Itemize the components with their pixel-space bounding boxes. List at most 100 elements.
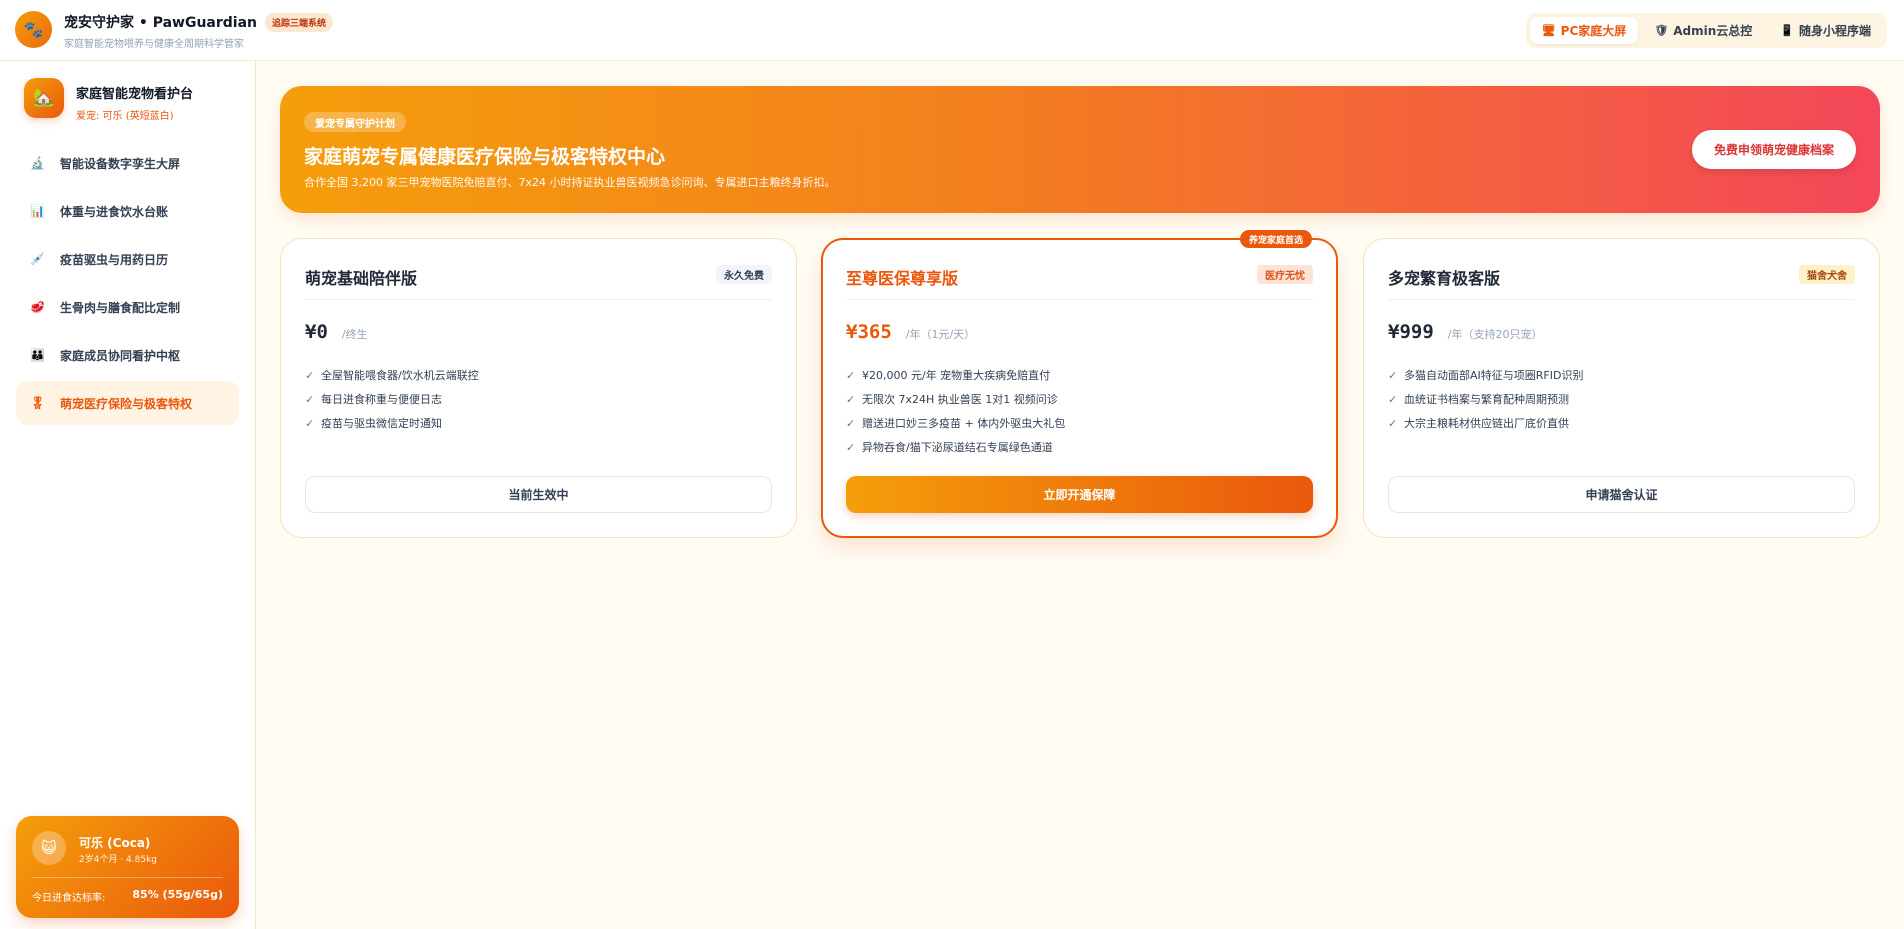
intake-label: 今日进食达标率: xyxy=(32,893,106,904)
plan-badge: 医疗无忧 xyxy=(1257,265,1313,284)
tab-label: PC家庭大屏 xyxy=(1560,24,1627,38)
tab-mini-program[interactable]: 📱 随身小程序端 xyxy=(1768,17,1883,44)
check-icon: ✓ xyxy=(846,416,856,430)
tab-pc-dashboard[interactable]: 🖥 PC家庭大屏 xyxy=(1529,17,1639,44)
feature-text: 异物吞食/猫下泌尿道结石专属绿色通道 xyxy=(862,441,1053,454)
price-value: ¥365 xyxy=(846,321,892,343)
monitor-icon: 🖥 xyxy=(1541,24,1556,37)
feature-list: ✓ 多猫自动面部AI特征与项圈RFID识别 ✓ 血统证书档案与繁育配种周期预测 ✓ 大… xyxy=(1388,363,1583,435)
feature-text: 大宗主粮耗材供应链出厂底价直供 xyxy=(1404,417,1569,430)
price-unit: /终生 xyxy=(341,328,368,341)
pet-status-card[interactable]: 😺 可乐 (Coca) 2岁4个月 · 4.85kg 今日进食达标率: 85% … xyxy=(16,816,239,918)
family-icon: 👪 xyxy=(30,348,45,362)
recommended-ribbon: 养宠家庭首选 xyxy=(1239,230,1312,248)
sidebar-item-insurance[interactable]: 🎖 萌宠医疗保险与极客特权 xyxy=(16,381,239,425)
sidebar-item-label: 生骨肉与膳食配比定制 xyxy=(60,300,181,315)
syringe-icon: 💉 xyxy=(30,252,45,266)
plan-name: 萌宠基础陪伴版 xyxy=(305,269,418,288)
sidebar-item-label: 体重与进食饮水台账 xyxy=(60,204,169,219)
sidebar-subtitle: 爱宠: 可乐 (英短蓝白) xyxy=(76,111,174,122)
plan-name: 多宠繁育极客版 xyxy=(1388,269,1501,288)
feature-list: ✓ 全屋智能喂食器/饮水机云端联控 ✓ 每日进食称重与便便日志 ✓ 疫苗与驱虫微信定时… xyxy=(305,363,479,435)
plan-price: ¥365 /年（1元/天） xyxy=(846,321,975,343)
sidebar-menu: 🔬 智能设备数字孪生大屏 📊 体重与进食饮水台账 💉 疫苗驱虫与用药日历 🥩 生… xyxy=(16,141,239,429)
list-item: ✓ 赠送进口妙三多疫苗 + 体内外驱虫大礼包 xyxy=(846,411,1065,435)
sidebar-item-vaccine-calendar[interactable]: 💉 疫苗驱虫与用药日历 xyxy=(16,237,239,281)
divider xyxy=(1388,299,1855,300)
check-icon: ✓ xyxy=(846,392,856,406)
plan-card-breeder: 多宠繁育极客版 猫舍犬舍 ¥999 /年（支持20只宠） ✓ 多猫自动面部AI特征… xyxy=(1363,238,1880,538)
activate-protection-button[interactable]: 立即开通保障 xyxy=(846,476,1313,513)
check-icon: ✓ xyxy=(1388,392,1398,406)
feature-list: ✓ ¥20,000 元/年 宠物重大疾病免赔直付 ✓ 无限次 7x24H 执业兽医 … xyxy=(846,363,1065,459)
tab-label: Admin云总控 xyxy=(1673,24,1753,38)
sidebar-item-diet-plan[interactable]: 🥩 生骨肉与膳食配比定制 xyxy=(16,285,239,329)
feature-text: 血统证书档案与繁育配种周期预测 xyxy=(1404,393,1569,406)
divider xyxy=(305,299,772,300)
shield-icon: 🛡 xyxy=(1654,24,1669,37)
list-item: ✓ 全屋智能喂食器/饮水机云端联控 xyxy=(305,363,479,387)
sidebar: 🏡 家庭智能宠物看护台 爱宠: 可乐 (英短蓝白) 🔬 智能设备数字孪生大屏 📊… xyxy=(0,61,256,929)
feature-text: 全屋智能喂食器/饮水机云端联控 xyxy=(321,369,479,382)
feature-text: ¥20,000 元/年 宠物重大疾病免赔直付 xyxy=(862,369,1051,382)
claim-health-record-button[interactable]: 免费申领萌宠健康档案 xyxy=(1691,130,1856,169)
check-icon: ✓ xyxy=(305,392,315,406)
pet-name: 可乐 (Coca) xyxy=(79,836,151,850)
price-unit: /年（1元/天） xyxy=(905,328,976,341)
brand-title-row: 宠安守护家 • PawGuardian 追踪三端系统 xyxy=(64,12,334,32)
list-item: ✓ 异物吞食/猫下泌尿道结石专属绿色通道 xyxy=(846,435,1065,459)
feature-text: 疫苗与驱虫微信定时通知 xyxy=(321,417,442,430)
plan-badge: 永久免费 xyxy=(716,265,772,284)
intake-value: 85% (55g/65g) xyxy=(132,888,223,901)
apply-cattery-button[interactable]: 申请猫舍认证 xyxy=(1388,476,1855,513)
banner-tag: 爱宠专属守护计划 xyxy=(304,112,406,132)
plan-name: 至尊医保尊享版 xyxy=(846,269,959,288)
bar-chart-icon: 📊 xyxy=(30,204,45,218)
tab-label: 随身小程序端 xyxy=(1798,24,1871,38)
plan-price: ¥999 /年（支持20只宠） xyxy=(1388,321,1542,343)
cat-face-icon: 😺 xyxy=(32,831,66,865)
check-icon: ✓ xyxy=(1388,416,1398,430)
list-item: ✓ 疫苗与驱虫微信定时通知 xyxy=(305,411,479,435)
sidebar-item-family-care[interactable]: 👪 家庭成员协同看护中枢 xyxy=(16,333,239,377)
divider xyxy=(32,877,223,878)
check-icon: ✓ xyxy=(846,368,856,382)
plan-card-basic: 萌宠基础陪伴版 永久免费 ¥0 /终生 ✓ 全屋智能喂食器/饮水机云端联控 ✓ 每日… xyxy=(280,238,797,538)
house-icon: 🏡 xyxy=(24,78,64,118)
plan-badge: 猫舍犬舍 xyxy=(1799,265,1855,284)
price-unit: /年（支持20只宠） xyxy=(1447,328,1543,341)
sidebar-item-label: 智能设备数字孪生大屏 xyxy=(60,156,181,171)
check-icon: ✓ xyxy=(305,416,315,430)
feature-text: 赠送进口妙三多疫苗 + 体内外驱虫大礼包 xyxy=(862,417,1066,430)
list-item: ✓ 无限次 7x24H 执业兽医 1对1 视频问诊 xyxy=(846,387,1065,411)
feature-text: 每日进食称重与便便日志 xyxy=(321,393,442,406)
app-header: 🐾 宠安守护家 • PawGuardian 追踪三端系统 家庭智能宠物喂养与健康… xyxy=(0,0,1904,61)
sidebar-header: 🏡 家庭智能宠物看护台 爱宠: 可乐 (英短蓝白) xyxy=(24,78,193,122)
system-badge: 追踪三端系统 xyxy=(265,12,334,32)
app-title: 宠安守护家 • PawGuardian xyxy=(64,15,258,31)
plan-card-premium: 养宠家庭首选 至尊医保尊享版 医疗无忧 ¥365 /年（1元/天） ✓ ¥20,0… xyxy=(821,230,1338,538)
sidebar-item-label: 家庭成员协同看护中枢 xyxy=(60,348,181,363)
price-value: ¥999 xyxy=(1388,321,1434,343)
pet-meta: 2岁4个月 · 4.85kg xyxy=(79,855,157,865)
list-item: ✓ 血统证书档案与繁育配种周期预测 xyxy=(1388,387,1583,411)
microscope-icon: 🔬 xyxy=(30,156,45,170)
sidebar-item-weight-ledger[interactable]: 📊 体重与进食饮水台账 xyxy=(16,189,239,233)
list-item: ✓ ¥20,000 元/年 宠物重大疾病免赔直付 xyxy=(846,363,1065,387)
insurance-banner: 爱宠专属守护计划 家庭萌宠专属健康医疗保险与极客特权中心 合作全国 3,200 … xyxy=(280,86,1880,213)
list-item: ✓ 每日进食称重与便便日志 xyxy=(305,387,479,411)
medal-icon: 🎖 xyxy=(30,396,46,410)
check-icon: ✓ xyxy=(305,368,315,382)
check-icon: ✓ xyxy=(1388,368,1398,382)
check-icon: ✓ xyxy=(846,440,856,454)
app-subtitle: 家庭智能宠物喂养与健康全周期科学管家 xyxy=(64,39,244,50)
sidebar-item-device-twin[interactable]: 🔬 智能设备数字孪生大屏 xyxy=(16,141,239,185)
tab-admin-console[interactable]: 🛡 Admin云总控 xyxy=(1642,17,1764,44)
current-plan-button[interactable]: 当前生效中 xyxy=(305,476,772,513)
phone-icon: 📱 xyxy=(1780,24,1794,37)
list-item: ✓ 大宗主粮耗材供应链出厂底价直供 xyxy=(1388,411,1583,435)
list-item: ✓ 多猫自动面部AI特征与项圈RFID识别 xyxy=(1388,363,1583,387)
meat-icon: 🥩 xyxy=(30,300,45,314)
paw-icon: 🐾 xyxy=(15,11,52,48)
sidebar-title: 家庭智能宠物看护台 xyxy=(76,87,194,102)
